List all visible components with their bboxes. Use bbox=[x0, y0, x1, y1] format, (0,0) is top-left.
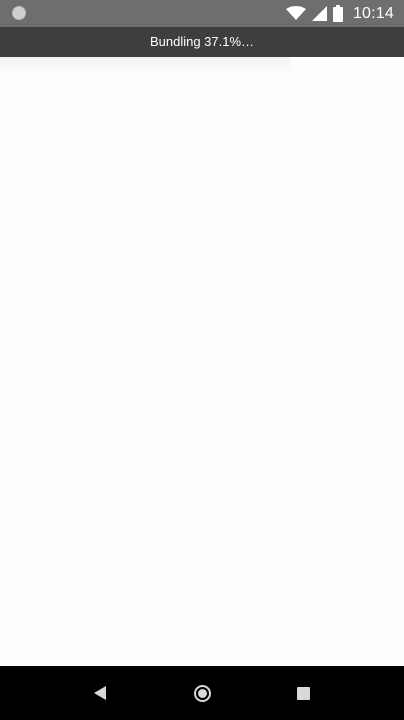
status-time: 10:14 bbox=[352, 5, 394, 22]
status-bar: 10:14 bbox=[0, 0, 404, 27]
notification-dot-icon bbox=[12, 6, 26, 20]
status-icons: 10:14 bbox=[285, 0, 394, 27]
navigation-bar bbox=[0, 666, 404, 720]
back-button[interactable] bbox=[70, 666, 130, 720]
battery-icon bbox=[332, 5, 343, 22]
content-placeholder-bar bbox=[0, 57, 290, 69]
app-content bbox=[0, 57, 404, 666]
bundling-progress-text: Bundling 37.1%… bbox=[149, 34, 255, 49]
recents-icon bbox=[296, 686, 310, 700]
signal-icon bbox=[311, 6, 327, 21]
wifi-icon bbox=[285, 6, 306, 21]
back-icon bbox=[94, 686, 106, 700]
bundling-banner: Bundling 37.1%… bbox=[0, 27, 404, 57]
home-button[interactable] bbox=[172, 666, 232, 720]
recents-button[interactable] bbox=[273, 666, 333, 720]
home-icon bbox=[193, 684, 211, 702]
